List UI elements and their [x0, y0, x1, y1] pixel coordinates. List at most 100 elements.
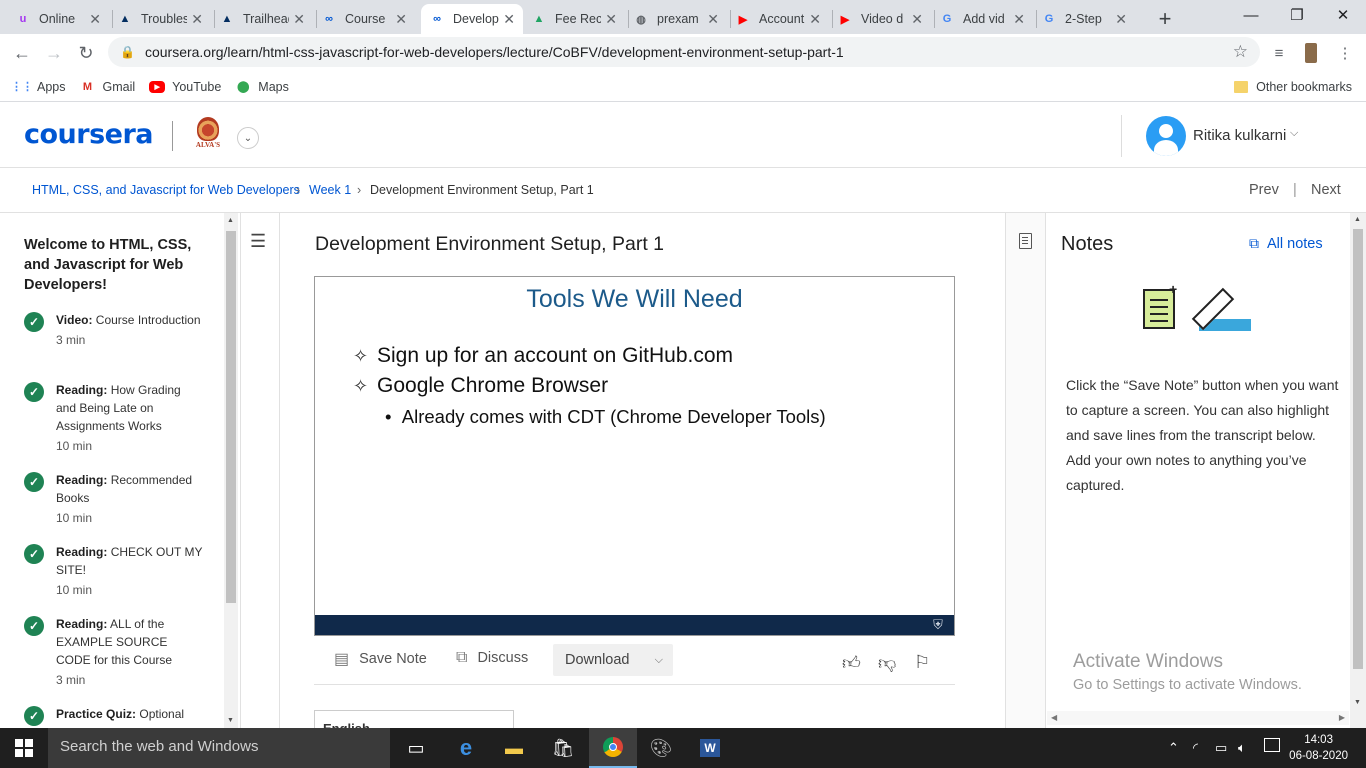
maximize-button[interactable]: ❐	[1274, 0, 1320, 30]
action-center-icon[interactable]	[1264, 738, 1280, 752]
paint-icon[interactable]: 🎨︎	[637, 728, 685, 768]
close-tab-icon[interactable]: ✕	[89, 11, 101, 28]
tab-title: prexam	[657, 12, 699, 26]
discuss-button[interactable]: ⧉ Discuss	[456, 649, 528, 667]
browser-tab[interactable]: u Online ✕	[7, 4, 109, 34]
taskbar-clock[interactable]: 14:03 06-08-2020	[1289, 732, 1348, 764]
scroll-right-arrow-icon: ▶	[1338, 713, 1345, 722]
gmail-icon: M	[82, 80, 93, 93]
task-view-icon[interactable]: ▭	[392, 728, 440, 768]
trailhead-icon: ▲	[119, 13, 131, 25]
partner-dropdown-chevron-icon[interactable]: ⌄	[237, 127, 259, 149]
tray-chevron-up-icon[interactable]: ⌃	[1168, 740, 1179, 756]
close-tab-icon[interactable]: ✕	[1013, 11, 1025, 28]
chrome-taskbar-icon[interactable]	[589, 728, 637, 768]
chrome-menu-icon[interactable]: ⋮	[1334, 42, 1356, 64]
breadcrumb-week-link[interactable]: Week 1	[309, 183, 351, 197]
browser-tab[interactable]: ∞ Course ✕	[313, 4, 415, 34]
scroll-down-arrow-icon: ▼	[1354, 699, 1361, 706]
thumbs-up-icon[interactable]: 👍︎	[842, 652, 861, 674]
course-outline: Welcome to HTML, CSS, and Javascript for…	[0, 213, 240, 728]
browser-tab[interactable]: ◍ prexam ✕	[625, 4, 727, 34]
other-bookmarks[interactable]: Other bookmarks	[1234, 80, 1352, 94]
close-tab-icon[interactable]: ✕	[605, 11, 617, 28]
reload-button[interactable]: ↻	[73, 40, 99, 66]
item-type: Reading:	[56, 617, 108, 631]
close-tab-icon[interactable]: ✕	[191, 11, 203, 28]
bookmark-star-icon[interactable]: ☆	[1233, 42, 1248, 62]
close-tab-icon[interactable]: ✕	[707, 11, 719, 28]
close-tab-icon[interactable]: ✕	[395, 11, 407, 28]
store-icon[interactable]: 🛍︎	[539, 728, 587, 768]
next-link[interactable]: Next	[1311, 182, 1341, 198]
profile-icon[interactable]	[1300, 42, 1322, 64]
user-avatar[interactable]	[1146, 116, 1186, 156]
browser-tab[interactable]: ▲ Troublesh✕	[109, 4, 211, 34]
browser-tab[interactable]: ▶ Account ✕	[727, 4, 829, 34]
battery-icon[interactable]: ▭	[1215, 740, 1227, 756]
close-tab-icon[interactable]: ✕	[503, 11, 515, 28]
volume-icon[interactable]: 🔈︎	[1238, 740, 1246, 756]
edge-browser-icon[interactable]: e	[442, 728, 490, 768]
user-menu-chevron-icon[interactable]: ⌵	[1290, 127, 1298, 140]
slide-bullet: ✧ Sign up for an account on GitHub.com	[353, 344, 734, 367]
notes-page-icon[interactable]	[1019, 233, 1032, 249]
minimize-button[interactable]: —	[1228, 0, 1274, 30]
address-bar[interactable]: 🔒 coursera.org/learn/html-css-javascript…	[108, 37, 1260, 67]
browser-tab[interactable]: ▶ Video d ✕	[829, 4, 931, 34]
breadcrumb: HTML, CSS, and Javascript for Web Develo…	[0, 169, 1366, 213]
file-explorer-icon[interactable]: ▬	[490, 728, 538, 768]
notes-title: Notes	[1061, 233, 1114, 255]
browser-tab[interactable]: ∞ Develop ✕	[421, 4, 523, 34]
notes-horizontal-scrollbar[interactable]: ◀ ▶	[1047, 711, 1349, 725]
browser-tab[interactable]: G Add vid ✕	[931, 4, 1033, 34]
bookmark-youtube[interactable]: ▶ YouTube	[149, 80, 221, 94]
browser-tab[interactable]: ▲ Fee Rec ✕	[523, 4, 625, 34]
save-note-button[interactable]: ▤ Save Note	[334, 649, 427, 669]
start-button[interactable]	[0, 728, 48, 768]
bookmark-maps[interactable]: ⬤ Maps	[235, 79, 289, 95]
download-dropdown[interactable]: Download ⌵	[553, 644, 673, 676]
lecture-main: Development Environment Setup, Part 1 To…	[281, 213, 1005, 740]
thumbs-down-icon[interactable]: 👎︎	[878, 652, 896, 674]
close-tab-icon[interactable]: ✕	[1115, 11, 1127, 28]
page-scrollbar[interactable]: ▲ ▼	[1350, 213, 1366, 728]
browser-tab[interactable]: ▲ Trailhead ✕	[211, 4, 313, 34]
item-type: Reading:	[56, 383, 108, 397]
new-tab-button[interactable]: +	[1152, 6, 1178, 32]
all-notes-link[interactable]: ⧉ All notes	[1249, 235, 1323, 252]
scroll-up-arrow-icon[interactable]: ▲	[227, 217, 234, 224]
tab-title: Troublesh	[141, 12, 188, 26]
bookmark-gmail[interactable]: M Gmail	[80, 79, 135, 95]
outline-scrollbar[interactable]: ▲ ▼	[224, 213, 238, 728]
coursera-logo[interactable]: coursera	[24, 119, 154, 150]
partner-logo[interactable]: ALVA'S	[193, 117, 223, 155]
media-control-icon[interactable]: ≡	[1268, 42, 1290, 64]
prev-link[interactable]: Prev	[1249, 182, 1279, 198]
close-window-button[interactable]: ✕	[1320, 0, 1366, 30]
outline-scroll-thumb[interactable]	[226, 231, 236, 603]
page-scroll-thumb[interactable]	[1353, 229, 1363, 669]
browser-tab[interactable]: G 2-Step ✕	[1033, 4, 1135, 34]
breadcrumb-course-link[interactable]: HTML, CSS, and Javascript for Web Develo…	[32, 183, 300, 197]
completed-check-icon: ✓	[24, 706, 44, 726]
list-toggle-icon[interactable]: ☰	[250, 231, 266, 252]
flag-icon[interactable]: ⚐	[914, 652, 930, 673]
google-icon: G	[1044, 13, 1054, 25]
user-name[interactable]: Ritika kulkarni	[1193, 127, 1286, 144]
scroll-down-arrow-icon[interactable]: ▼	[227, 717, 234, 724]
taskbar-search-input[interactable]: Search the web and Windows	[48, 728, 390, 768]
completed-check-icon: ✓	[24, 382, 44, 402]
close-tab-icon[interactable]: ✕	[911, 11, 923, 28]
back-button[interactable]: ←	[9, 40, 35, 66]
close-tab-icon[interactable]: ✕	[809, 11, 821, 28]
bookmark-apps[interactable]: ⋮⋮ Apps	[11, 79, 66, 95]
header-divider-right	[1121, 115, 1122, 157]
word-icon[interactable]: W	[686, 728, 734, 768]
video-player[interactable]: Tools We Will Need ✧ Sign up for an accou…	[314, 276, 955, 636]
coursera-icon: ∞	[325, 13, 333, 25]
item-type: Video:	[56, 313, 93, 327]
forward-button[interactable]: →	[41, 40, 67, 66]
close-tab-icon[interactable]: ✕	[293, 11, 305, 28]
wifi-icon[interactable]: ◜	[1193, 740, 1198, 756]
